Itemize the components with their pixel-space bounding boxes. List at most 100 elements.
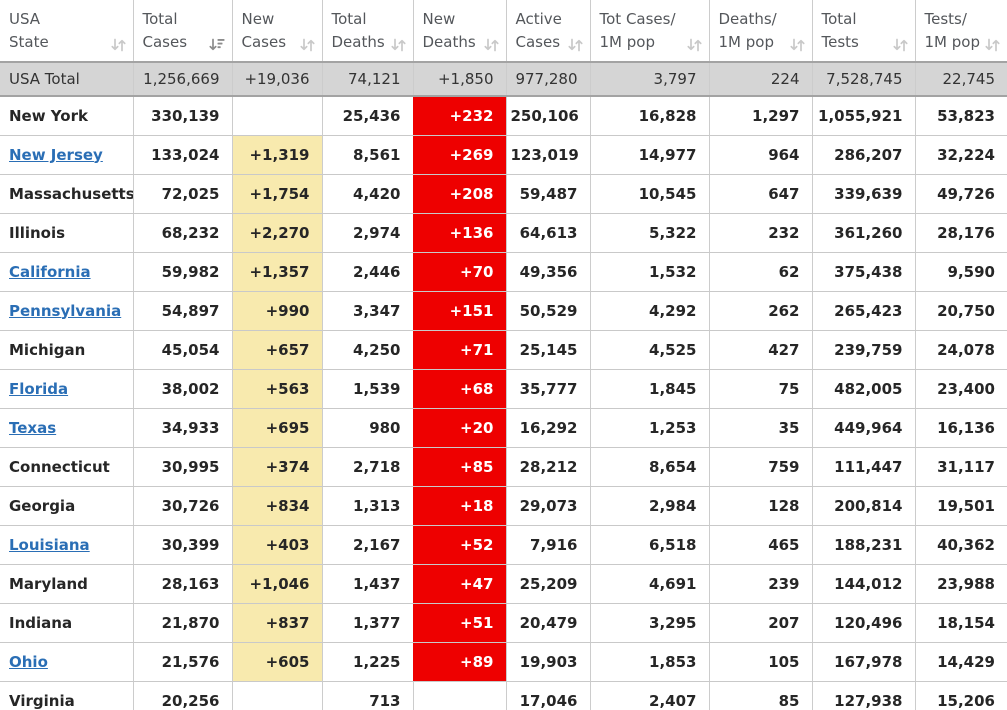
value-cell: 9,590 <box>914 252 1007 292</box>
value-cell: 3,295 <box>589 603 709 643</box>
sort-arrows-icon <box>686 38 702 52</box>
usa-total-row: USA Total 1,256,669 +19,036 74,121 +1,850 977… <box>0 61 1007 97</box>
value-cell: 2,446 <box>321 252 413 292</box>
new-deaths-cell: +47 <box>412 564 506 604</box>
new-cases-cell: +1,357 <box>231 252 322 292</box>
value-cell: 167,978 <box>811 642 915 682</box>
value-cell: 2,167 <box>321 525 413 565</box>
sort-arrows-icon <box>110 38 126 52</box>
column-label-line: Cases <box>142 33 188 52</box>
state-cell: New Jersey <box>0 135 133 175</box>
value-cell: 3,797 <box>589 61 709 97</box>
column-label-line: Tests/ <box>924 10 967 28</box>
value-cell: 339,639 <box>811 174 915 214</box>
state-link[interactable]: California <box>9 263 91 281</box>
column-header-new_deaths[interactable]: New Deaths <box>412 0 506 63</box>
value-cell: 64,613 <box>505 213 590 253</box>
value-cell: 53,823 <box>914 96 1007 136</box>
value-cell: 1,297 <box>708 96 812 136</box>
column-label-line: Total <box>142 10 178 28</box>
value-cell: 16,828 <box>589 96 709 136</box>
value-cell: 2,984 <box>589 486 709 526</box>
column-header-state[interactable]: USA State <box>0 0 133 63</box>
column-label-line: 1M pop <box>924 33 980 52</box>
value-cell: 25,436 <box>321 96 413 136</box>
table-row: Virginia 20,256 713 17,046 2,407 85 127,938 15,… <box>0 681 1007 710</box>
value-cell <box>231 681 322 710</box>
value-cell: 35 <box>708 408 812 448</box>
value-cell: 30,399 <box>132 525 232 565</box>
value-cell: 1,256,669 <box>132 61 232 97</box>
new-deaths-cell: +71 <box>412 330 506 370</box>
sort-arrows-icon <box>985 38 1000 52</box>
column-header-total_tests[interactable]: Total Tests <box>811 0 915 63</box>
table-row: Florida 38,002 +563 1,539 +68 35,777 1,845 75 48… <box>0 369 1007 409</box>
state-link[interactable]: Louisiana <box>9 536 90 554</box>
value-cell: 23,988 <box>914 564 1007 604</box>
value-cell: 14,977 <box>589 135 709 175</box>
state-cell: California <box>0 252 133 292</box>
value-cell: 330,139 <box>132 96 232 136</box>
state-link[interactable]: Pennsylvania <box>9 302 121 320</box>
column-header-tests_per_1m[interactable]: Tests/1M pop <box>914 0 1007 63</box>
value-cell: 20,479 <box>505 603 590 643</box>
state-link[interactable]: New Jersey <box>9 146 103 164</box>
state-link[interactable]: Texas <box>9 419 56 437</box>
value-cell: 105 <box>708 642 812 682</box>
table-row: Connecticut 30,995 +374 2,718 +85 28,212 8,654… <box>0 447 1007 487</box>
state-cell: Massachusetts <box>0 174 133 214</box>
column-header-cases_per_1m[interactable]: Tot Cases/1M pop <box>589 0 709 63</box>
state-cell: Florida <box>0 369 133 409</box>
value-cell: 200,814 <box>811 486 915 526</box>
new-deaths-cell: +68 <box>412 369 506 409</box>
usa-total-label: USA Total <box>0 61 133 97</box>
column-header-active_cases[interactable]: Active Cases <box>505 0 590 63</box>
column-header-total_deaths[interactable]: Total Deaths <box>321 0 413 63</box>
state-cell: Pennsylvania <box>0 291 133 331</box>
new-deaths-cell: +52 <box>412 525 506 565</box>
sort-arrows-icon <box>789 38 805 52</box>
value-cell: +19,036 <box>231 61 322 97</box>
value-cell: 19,903 <box>505 642 590 682</box>
value-cell: 45,054 <box>132 330 232 370</box>
state-link[interactable]: Ohio <box>9 653 48 671</box>
column-header-total_cases[interactable]: Total Cases <box>132 0 232 63</box>
column-header-deaths_per_1m[interactable]: Deaths/1M pop <box>708 0 812 63</box>
table-header: USA State Total Cases New Cases Total Deaths New… <box>0 0 1007 63</box>
new-cases-cell: +837 <box>231 603 322 643</box>
state-link[interactable]: Florida <box>9 380 68 398</box>
new-deaths-cell: +70 <box>412 252 506 292</box>
value-cell: 1,313 <box>321 486 413 526</box>
value-cell: 31,117 <box>914 447 1007 487</box>
value-cell: 50,529 <box>505 291 590 331</box>
new-deaths-cell: +89 <box>412 642 506 682</box>
value-cell: 35,777 <box>505 369 590 409</box>
new-deaths-cell: +151 <box>412 291 506 331</box>
value-cell: 25,145 <box>505 330 590 370</box>
value-cell: 72,025 <box>132 174 232 214</box>
value-cell: 2,974 <box>321 213 413 253</box>
value-cell: 2,718 <box>321 447 413 487</box>
new-cases-cell: +834 <box>231 486 322 526</box>
value-cell: +1,850 <box>412 61 506 97</box>
column-label-line: Active <box>515 10 562 28</box>
new-cases-cell: +403 <box>231 525 322 565</box>
value-cell: 1,539 <box>321 369 413 409</box>
value-cell: 133,024 <box>132 135 232 175</box>
new-deaths-cell: +20 <box>412 408 506 448</box>
column-label-line: New <box>241 10 275 28</box>
sort-arrows-icon <box>390 38 406 52</box>
value-cell: 23,400 <box>914 369 1007 409</box>
value-cell: 85 <box>708 681 812 710</box>
value-cell: 49,356 <box>505 252 590 292</box>
value-cell: 28,176 <box>914 213 1007 253</box>
column-header-new_cases[interactable]: New Cases <box>231 0 322 63</box>
value-cell: 28,212 <box>505 447 590 487</box>
value-cell: 964 <box>708 135 812 175</box>
value-cell: 29,073 <box>505 486 590 526</box>
state-cell: Texas <box>0 408 133 448</box>
column-label-line: Total <box>331 10 367 28</box>
column-label-line: Cases <box>515 33 561 52</box>
new-cases-cell: +2,270 <box>231 213 322 253</box>
value-cell: 224 <box>708 61 812 97</box>
